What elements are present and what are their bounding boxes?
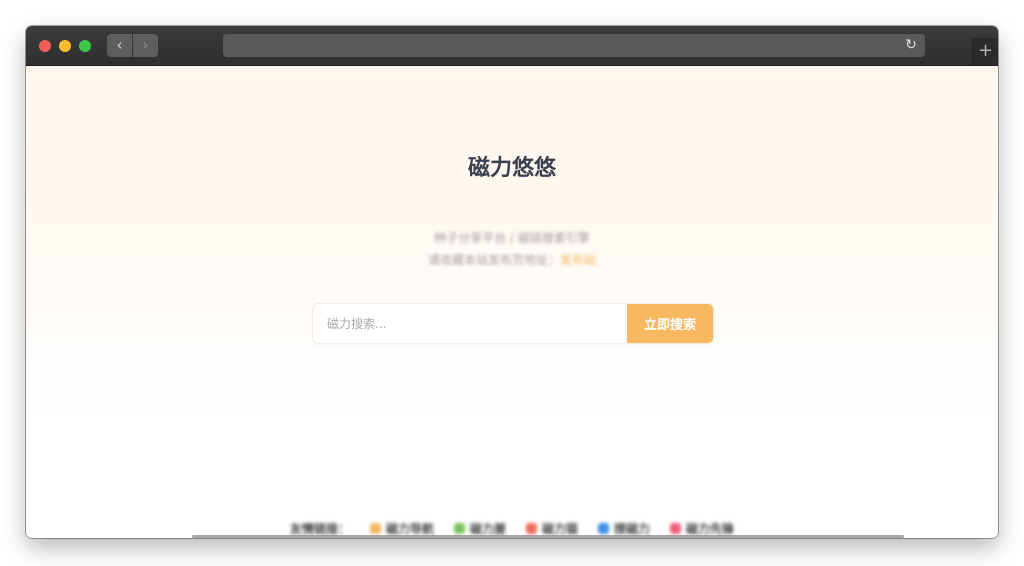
bookmark-notice-text: 请收藏本站发布页地址： [427,253,560,267]
rocket-icon [670,523,682,534]
search-icon [598,523,610,534]
search-button[interactable]: 立即搜索 [627,304,713,343]
page-title: 磁力悠悠 [467,156,556,181]
maximize-window-button[interactable] [79,40,91,52]
cat-icon [526,523,537,534]
browser-window: ‹ › ↻ + 磁力悠悠 种子分享平台 / 磁链搜索引擎 请收藏本站发布页地址：… [26,26,998,538]
search-input[interactable] [313,304,627,343]
home-icon [369,523,381,534]
minimize-window-button[interactable] [59,40,71,52]
publish-page-link[interactable]: 发布站 [560,253,596,267]
chevron-right-icon: › [142,36,149,54]
page-viewport: 磁力悠悠 种子分享平台 / 磁链搜索引擎 请收藏本站发布页地址：发布站 立即搜索… [26,66,998,538]
bookmark-notice: 请收藏本站发布页地址：发布站 [26,251,998,268]
address-bar[interactable]: ↻ [223,34,925,57]
leaf-icon [453,523,465,534]
chevron-left-icon: ‹ [116,36,123,54]
horizontal-scrollbar[interactable] [192,535,904,538]
back-button[interactable]: ‹ [107,34,132,57]
browser-titlebar: ‹ › ↻ + [26,26,998,66]
forward-button[interactable]: › [133,34,158,57]
page-subtitle: 种子分享平台 / 磁链搜索引擎 [434,231,590,245]
plus-icon: + [977,40,994,61]
new-tab-button[interactable]: + [972,38,998,65]
reload-icon[interactable]: ↻ [903,34,919,57]
close-window-button[interactable] [39,40,51,52]
search-form: 立即搜索 [313,304,713,343]
